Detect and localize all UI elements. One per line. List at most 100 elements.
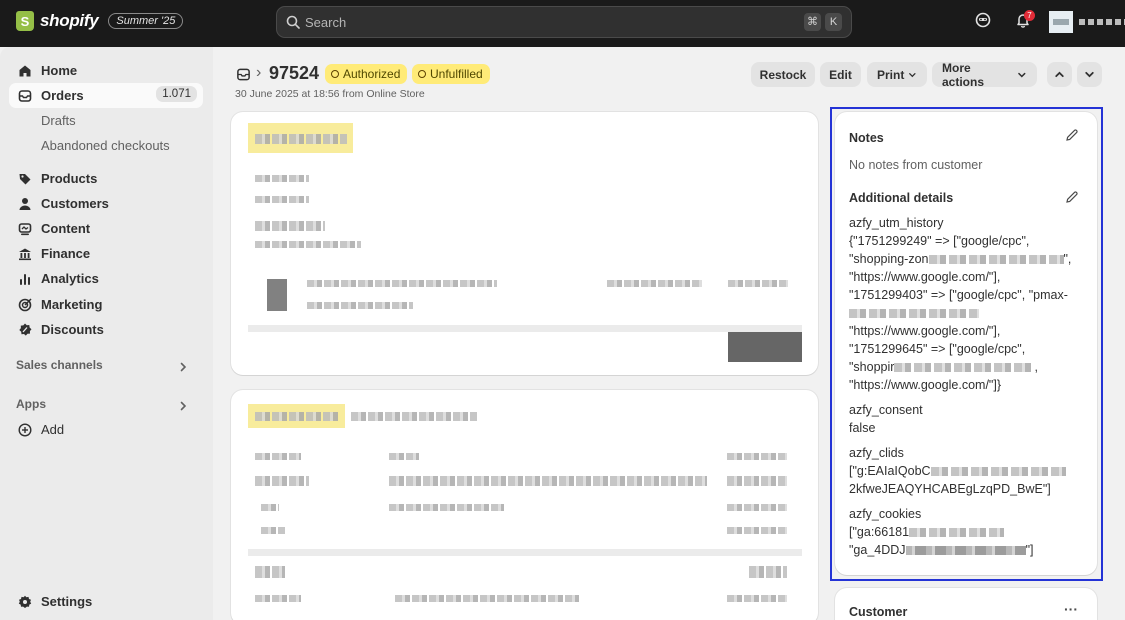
payment-card <box>231 390 818 620</box>
orders-icon <box>18 90 32 102</box>
brand-wordmark: shopify <box>40 11 99 30</box>
search-bar[interactable]: Search ⌘ K <box>276 6 852 38</box>
redacted-text <box>351 412 477 421</box>
avatar[interactable] <box>1049 11 1073 33</box>
sidebar-item-label: Home <box>41 63 78 78</box>
previous-order-button[interactable] <box>1047 62 1072 87</box>
edit-button[interactable]: Edit <box>820 62 861 87</box>
print-button-label: Print <box>877 67 905 82</box>
sidebar-item-home[interactable]: Home <box>9 58 203 83</box>
next-order-button[interactable] <box>1077 62 1102 87</box>
more-options-icon[interactable]: ··· <box>1064 601 1078 617</box>
redacted-text <box>255 595 301 602</box>
sidebar-item-settings[interactable]: Settings <box>9 589 203 614</box>
redacted-text <box>307 280 497 287</box>
redacted-text <box>255 134 347 144</box>
sidebar-item-label: Products <box>41 171 98 186</box>
redacted-text <box>727 504 787 511</box>
chart-icon <box>20 274 30 285</box>
sidebar-item-marketing[interactable]: Marketing <box>9 292 203 317</box>
status-badge-label: Unfulfilled <box>430 67 483 81</box>
sidebar-item-label: Discounts <box>41 322 104 337</box>
print-button[interactable]: Print <box>867 62 927 87</box>
sidebar-item-orders[interactable]: Orders 1.071 <box>9 83 203 108</box>
sidebar-item-label: Orders <box>41 88 84 103</box>
shopify-logo[interactable]: S shopify Summer '25 <box>16 11 184 31</box>
target-icon <box>18 298 32 312</box>
content-icon <box>18 223 32 236</box>
more-actions-label: More actions <box>942 60 985 89</box>
status-badge-authorized: Authorized <box>325 64 408 84</box>
sidebar-item-finance[interactable]: Finance <box>9 241 203 266</box>
redacted-text <box>307 302 413 309</box>
sidebar-item-add-app[interactable]: Add <box>9 417 203 442</box>
sales-channels-heading[interactable]: Sales channels <box>16 358 103 372</box>
edition-badge[interactable]: Summer '25 <box>108 13 184 29</box>
status-badge-label: Authorized <box>343 67 401 81</box>
sidebar-item-label: Abandoned checkouts <box>41 138 170 153</box>
chevron-down-icon <box>909 72 916 77</box>
restock-button[interactable]: Restock <box>751 62 815 87</box>
top-bar: S shopify Summer '25 Search ⌘ K 7 <box>0 0 1125 47</box>
sidebar-item-label: Analytics <box>41 271 99 286</box>
redacted-text <box>255 566 285 578</box>
sidebar: Home Orders 1.071 Drafts Abandoned check… <box>0 47 213 620</box>
redacted-text <box>255 412 339 421</box>
divider <box>248 325 802 332</box>
search-icon <box>286 15 300 29</box>
redacted-text <box>255 175 309 182</box>
chevron-right-icon[interactable] <box>177 400 189 412</box>
sidebar-item-label: Finance <box>41 246 91 261</box>
page-title: 97524 <box>269 63 320 83</box>
chevron-up-icon <box>1055 71 1064 78</box>
redacted-text <box>261 504 279 511</box>
gear-icon <box>18 595 32 608</box>
order-subtitle: 30 June 2025 at 18:56 from Online Store <box>235 88 425 100</box>
status-badge-unfulfilled: Unfulfilled <box>412 64 490 84</box>
chat-icon[interactable] <box>975 12 991 28</box>
redacted-button[interactable] <box>728 332 802 362</box>
redacted-text <box>255 196 309 203</box>
redacted-text <box>395 595 579 602</box>
sidebar-item-drafts[interactable]: Drafts <box>9 108 203 133</box>
redacted-text <box>255 453 301 460</box>
sidebar-item-discounts[interactable]: Discounts <box>9 317 203 342</box>
sidebar-item-label: Add <box>41 422 65 437</box>
bank-icon <box>19 248 31 261</box>
edit-button-label: Edit <box>829 67 852 82</box>
person-icon <box>19 198 31 210</box>
redacted-text <box>261 527 285 534</box>
sidebar-item-analytics[interactable]: Analytics <box>9 266 203 291</box>
sidebar-item-abandoned-checkouts[interactable]: Abandoned checkouts <box>9 133 203 158</box>
redacted-text <box>389 453 419 460</box>
sidebar-item-customers[interactable]: Customers <box>9 191 203 216</box>
sidebar-item-products[interactable]: Products <box>9 166 203 191</box>
pending-dot-icon <box>331 70 339 78</box>
chevron-right-icon[interactable] <box>177 361 189 373</box>
sidebar-item-label: Customers <box>41 196 109 211</box>
sidebar-item-label: Settings <box>41 594 93 609</box>
redacted-text <box>255 221 325 231</box>
store-name-redacted[interactable] <box>1079 19 1125 25</box>
more-actions-button[interactable]: More actions <box>932 60 1037 89</box>
orders-icon[interactable] <box>236 67 251 82</box>
apps-heading[interactable]: Apps <box>16 397 46 411</box>
plus-circle-icon <box>18 423 32 437</box>
redacted-text <box>749 566 787 578</box>
restock-button-label: Restock <box>759 67 807 82</box>
chevron-down-icon <box>1085 71 1094 78</box>
sidebar-item-content[interactable]: Content <box>9 216 203 241</box>
search-placeholder: Search <box>305 15 347 30</box>
product-thumbnail <box>267 279 287 311</box>
redacted-text <box>727 527 787 534</box>
notification-badge: 7 <box>1024 10 1035 21</box>
redacted-text <box>389 504 504 511</box>
redacted-text <box>255 241 361 248</box>
sidebar-item-label: Drafts <box>41 113 76 128</box>
redacted-text <box>727 453 787 460</box>
customer-heading: Customer <box>849 605 908 619</box>
chevron-down-icon <box>1018 72 1026 77</box>
divider <box>248 549 802 556</box>
tag-icon <box>19 174 31 185</box>
shortcut-key-k: K <box>825 13 842 31</box>
